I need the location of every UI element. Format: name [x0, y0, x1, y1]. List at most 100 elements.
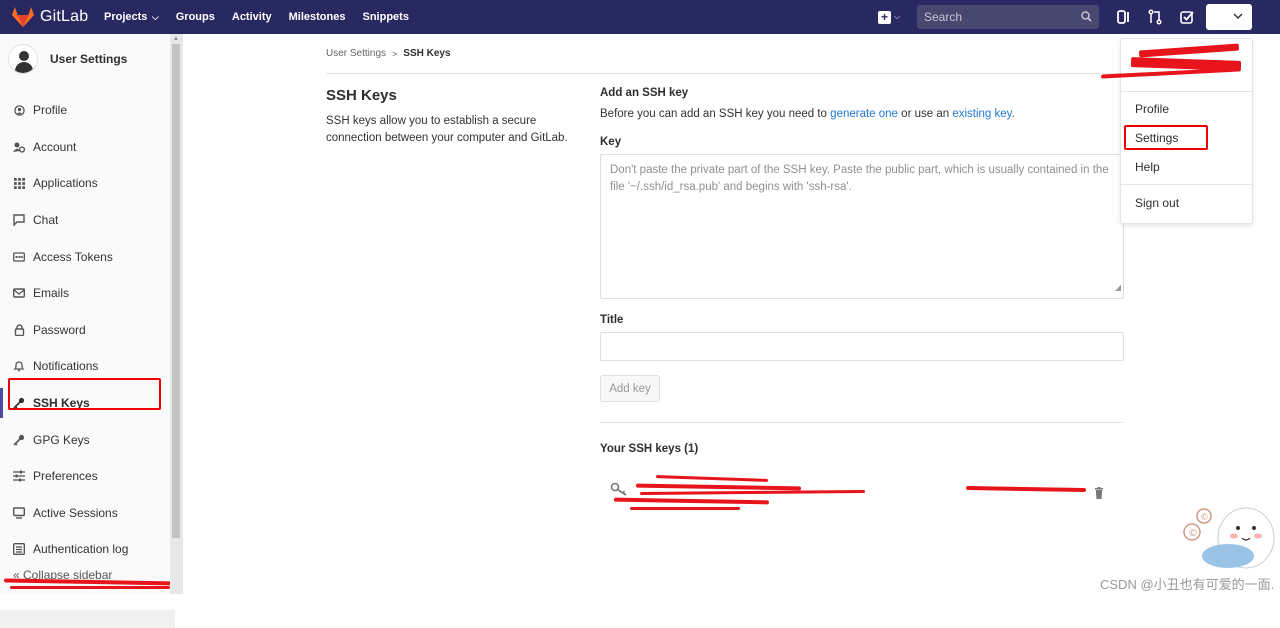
status-strip — [0, 610, 175, 628]
nav-projects[interactable]: Projects ⌵ — [104, 11, 159, 23]
redaction-scribble — [630, 507, 740, 510]
sidebar-item-applications[interactable]: Applications — [0, 165, 171, 202]
sidebar-item-label: Notifications — [33, 359, 99, 374]
dropdown-profile[interactable]: Profile — [1135, 102, 1169, 116]
key-label: Key — [600, 136, 622, 148]
sidebar-title: User Settings — [50, 52, 128, 66]
redaction-scribble — [613, 497, 770, 505]
redaction-scribble — [965, 485, 1087, 493]
sidebar-item-label: Password — [33, 322, 86, 337]
breadcrumb: User Settings > SSH Keys — [326, 48, 451, 59]
sidebar-item-chat[interactable]: Chat — [0, 202, 171, 239]
todos-icon[interactable] — [1179, 9, 1195, 25]
top-navbar: GitLab Projects ⌵ Groups Activity Milest… — [0, 0, 1280, 34]
dropdown-help[interactable]: Help — [1135, 160, 1160, 174]
page-description: SSH keys allow you to establish a secure… — [326, 115, 568, 144]
intro-text: Before you can add an SSH key you need t… — [600, 108, 827, 120]
search-icon — [1081, 11, 1092, 22]
annotation-highlight-ssh-keys — [8, 378, 161, 410]
sidebar-item-preferences[interactable]: Preferences — [0, 458, 171, 495]
dropdown-sign-out[interactable]: Sign out — [1135, 196, 1179, 210]
nav-milestones[interactable]: Milestones — [289, 11, 346, 23]
sidebar-item-label: Authentication log — [33, 542, 129, 557]
redaction-scribble — [1138, 43, 1240, 58]
form-heading: Add an SSH key — [600, 87, 689, 99]
nav-snippets[interactable]: Snippets — [362, 11, 408, 23]
sidebar-scrollbar[interactable]: ▲ — [170, 34, 182, 594]
sidebar-item-profile[interactable]: Profile — [0, 92, 171, 129]
breadcrumb-divider — [326, 73, 1124, 74]
preferences-icon — [13, 470, 25, 482]
intro-text: or use an — [901, 108, 950, 120]
nav-projects-label: Projects — [104, 11, 148, 23]
add-ssh-key-form: Add an SSH key Before you can add an SSH… — [600, 87, 1124, 510]
sidebar-item-active-sessions[interactable]: Active Sessions — [0, 495, 171, 532]
nav-activity[interactable]: Activity — [232, 11, 272, 23]
email-icon — [13, 287, 25, 299]
gitlab-logo-icon — [12, 7, 34, 27]
sidebar-item-label: Profile — [33, 103, 68, 118]
bell-icon — [13, 360, 25, 372]
resize-handle-icon[interactable]: ◢ — [1115, 279, 1121, 296]
redaction-scribble — [655, 475, 769, 482]
profile-icon — [13, 104, 25, 116]
svg-text:©: © — [1200, 513, 1209, 523]
svg-text:©: © — [1188, 528, 1198, 539]
sidebar-item-label: GPG Keys — [33, 432, 90, 447]
nav-groups[interactable]: Groups — [176, 11, 215, 23]
intro-section: SSH Keys SSH keys allow you to establish… — [326, 87, 581, 146]
access-tokens-icon — [13, 251, 25, 263]
scroll-up-icon: ▲ — [173, 36, 179, 42]
section-divider — [600, 422, 1124, 423]
sidebar-item-access-tokens[interactable]: Access Tokens — [0, 238, 171, 275]
dropdown-divider — [1121, 184, 1252, 185]
sidebar-item-emails[interactable]: Emails — [0, 275, 171, 312]
sidebar-item-label: Applications — [33, 176, 98, 191]
sidebar-item-authentication-log[interactable]: Authentication log — [0, 531, 171, 568]
breadcrumb-parent-link[interactable]: User Settings — [326, 48, 386, 59]
key-icon — [13, 434, 25, 446]
new-item-button[interactable]: + ⌵ — [878, 10, 906, 24]
sidebar-item-account[interactable]: Account — [0, 129, 171, 166]
monitor-icon — [13, 507, 25, 519]
redaction-scribble — [3, 578, 181, 586]
title-label: Title — [600, 314, 624, 326]
nav-right: + ⌵ Search — [878, 0, 1252, 34]
title-input[interactable] — [600, 332, 1124, 361]
add-key-button[interactable]: Add key — [600, 375, 660, 402]
scrollbar-thumb[interactable] — [172, 44, 180, 538]
merge-requests-icon[interactable] — [1147, 9, 1163, 25]
issues-icon[interactable] — [1115, 9, 1131, 25]
redaction-scribble — [639, 490, 866, 495]
sidebar-item-label: Emails — [33, 286, 70, 301]
gitlab-home-link[interactable]: GitLab — [0, 7, 104, 27]
intro-text: . — [1011, 108, 1015, 120]
chat-icon — [13, 214, 25, 227]
main-nav: Projects ⌵ Groups Activity Milestones Sn… — [104, 11, 426, 23]
chevron-down-icon: ⌵ — [894, 12, 901, 21]
key-placeholder: Don't paste the private part of the SSH … — [610, 164, 1109, 193]
user-menu-button[interactable] — [1206, 4, 1252, 30]
lock-icon — [13, 324, 25, 336]
ssh-key-row[interactable] — [610, 475, 1110, 521]
chevron-down-icon — [1233, 13, 1243, 20]
breadcrumb-current[interactable]: SSH Keys — [403, 48, 450, 59]
account-icon — [13, 141, 25, 153]
sidebar-item-gpg-keys[interactable]: GPG Keys — [0, 421, 171, 458]
sidebar-item-label: Account — [33, 139, 77, 154]
search-input[interactable]: Search — [917, 5, 1099, 29]
generate-one-link[interactable]: generate one — [830, 108, 898, 120]
mascot-sticker-icon: © © — [1183, 507, 1275, 569]
existing-key-link[interactable]: existing key — [952, 108, 1011, 120]
redaction-scribble — [1100, 67, 1242, 79]
annotation-highlight-settings — [1124, 125, 1208, 150]
sidebar-context-header[interactable]: User Settings — [8, 44, 127, 74]
redaction-scribble — [10, 586, 170, 589]
sidebar-item-label: Active Sessions — [33, 505, 118, 520]
sidebar-item-label: Chat — [33, 213, 59, 228]
sidebar-item-password[interactable]: Password — [0, 312, 171, 349]
trash-icon[interactable] — [1094, 487, 1104, 499]
csdn-watermark: CSDN @小丑也有可爱的一面. — [1100, 577, 1275, 592]
settings-sidebar: User Settings Profile Account Applicatio… — [0, 34, 183, 628]
key-textarea[interactable]: Don't paste the private part of the SSH … — [600, 154, 1124, 299]
